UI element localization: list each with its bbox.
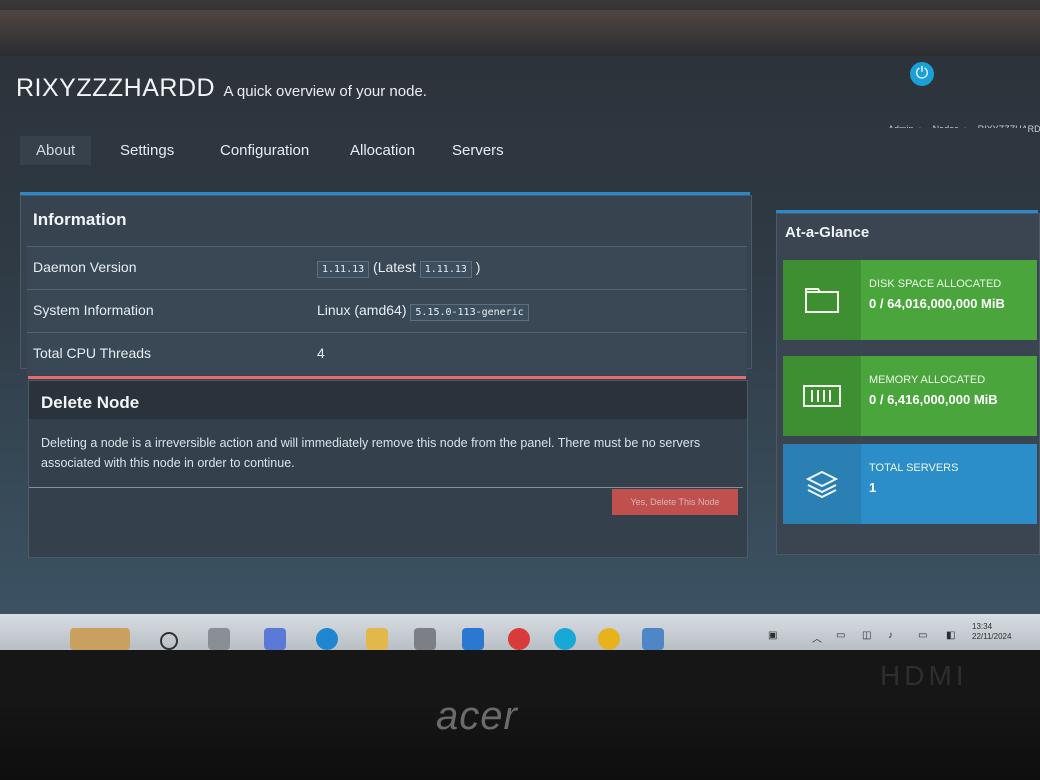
screen: ⏻ RIXYZZZHARDD A quick overview of your … xyxy=(0,10,1040,650)
tab-servers[interactable]: Servers xyxy=(452,142,504,159)
row-label: System Information xyxy=(33,302,154,318)
edge-icon[interactable] xyxy=(316,628,338,650)
total-servers-value: 1 xyxy=(869,480,877,495)
cpu-threads-value: 4 xyxy=(317,345,325,361)
page-title: RIXYZZZHARDD A quick overview of your no… xyxy=(16,74,427,103)
kernel-version: 5.15.0-113-generic xyxy=(410,304,529,321)
tab-configuration[interactable]: Configuration xyxy=(220,142,309,159)
table-row: System Information Linux (amd64) 5.15.0-… xyxy=(27,289,747,332)
acer-logo: acer xyxy=(436,694,518,738)
at-a-glance-panel: At-a-Glance DISK SPACE ALLOCATED 0 / 64,… xyxy=(776,213,1040,555)
power-icon[interactable]: ⏻ xyxy=(910,62,934,86)
tray-app-icon[interactable]: ▣ xyxy=(768,630,777,641)
skype-icon[interactable] xyxy=(554,628,576,650)
taskbar-time: 13:34 xyxy=(972,622,993,631)
latest-version: 1.11.13 xyxy=(419,261,472,278)
delete-node-title: Delete Node xyxy=(29,381,747,419)
chrome-icon[interactable] xyxy=(598,628,620,650)
disk-space-value: 0 / 64,016,000,000 MiB xyxy=(869,296,1005,311)
search-icon[interactable] xyxy=(160,632,178,650)
daemon-version: 1.11.13 xyxy=(317,261,370,278)
daemon-version-value: 1.11.13 (Latest 1.11.13 ) xyxy=(317,259,481,278)
delete-node-description: Deleting a node is a irreversible action… xyxy=(29,419,743,488)
information-panel: Information Daemon Version 1.11.13 (Late… xyxy=(20,195,752,375)
latest-prefix: (Latest xyxy=(373,259,416,275)
notification-icon[interactable]: ◧ xyxy=(946,630,955,641)
memory-value: 0 / 6,416,000,000 MiB xyxy=(869,392,998,407)
system-info-value: Linux (amd64) 5.15.0-113-generic xyxy=(317,302,529,321)
table-row: Daemon Version 1.11.13 (Latest 1.11.13 ) xyxy=(27,246,747,289)
window-thumbnail-icon[interactable] xyxy=(70,628,130,650)
at-a-glance-title: At-a-Glance xyxy=(785,224,870,241)
task-view-icon[interactable] xyxy=(208,628,230,650)
mail-icon[interactable] xyxy=(462,628,484,650)
taskbar-clock[interactable]: 13:34 22/11/2024 xyxy=(972,622,1011,642)
os-name: Linux (amd64) xyxy=(317,302,407,318)
store-icon[interactable] xyxy=(414,628,436,650)
memory-stat: MEMORY ALLOCATED 0 / 6,416,000,000 MiB xyxy=(783,356,1037,436)
information-title: Information xyxy=(33,210,127,229)
total-servers-stat: TOTAL SERVERS 1 xyxy=(783,444,1037,524)
copilot-icon[interactable] xyxy=(264,628,286,650)
delete-node-panel: Delete Node Deleting a node is a irrever… xyxy=(28,380,748,558)
opera-icon[interactable] xyxy=(508,628,530,650)
chevron-up-icon[interactable]: ︿ xyxy=(812,630,822,645)
disk-space-label: DISK SPACE ALLOCATED xyxy=(869,278,1002,290)
folder-icon xyxy=(783,260,861,340)
memory-icon xyxy=(783,356,861,436)
file-explorer-icon[interactable] xyxy=(366,628,388,650)
hdmi-logo: HDMI xyxy=(880,660,968,691)
total-servers-label: TOTAL SERVERS xyxy=(869,462,959,474)
volume-icon[interactable]: ♪ xyxy=(888,630,893,641)
node-tabs: About Settings Configuration Allocation … xyxy=(18,128,1028,190)
disk-space-stat: DISK SPACE ALLOCATED 0 / 64,016,000,000 … xyxy=(783,260,1037,340)
delete-panel-accent xyxy=(28,376,746,379)
information-table: Daemon Version 1.11.13 (Latest 1.11.13 )… xyxy=(27,246,747,375)
page-subtitle: A quick overview of your node. xyxy=(223,83,427,100)
taskbar: ▣ ︿ ▭ ◫ ♪ ▭ ◧ 13:34 22/11/2024 xyxy=(0,614,1040,650)
battery-icon[interactable]: ▭ xyxy=(836,630,845,641)
memory-label: MEMORY ALLOCATED xyxy=(869,374,986,386)
latest-suffix: ) xyxy=(475,259,481,275)
row-label: Daemon Version xyxy=(33,259,137,275)
network-icon[interactable]: ◫ xyxy=(862,630,871,641)
taskbar-date: 22/11/2024 xyxy=(972,632,1012,641)
row-label: Total CPU Threads xyxy=(33,345,152,361)
app-icon[interactable] xyxy=(642,628,664,650)
layers-icon xyxy=(783,444,861,524)
top-bar xyxy=(0,10,1040,56)
tab-about[interactable]: About xyxy=(20,136,92,165)
tab-settings[interactable]: Settings xyxy=(120,142,174,159)
table-row: Total CPU Threads 4 xyxy=(27,332,747,375)
tab-allocation[interactable]: Allocation xyxy=(350,142,415,159)
keyboard-icon[interactable]: ▭ xyxy=(918,630,927,641)
delete-node-button[interactable]: Yes, Delete This Node xyxy=(612,489,738,515)
node-name: RIXYZZZHARDD xyxy=(16,74,216,102)
